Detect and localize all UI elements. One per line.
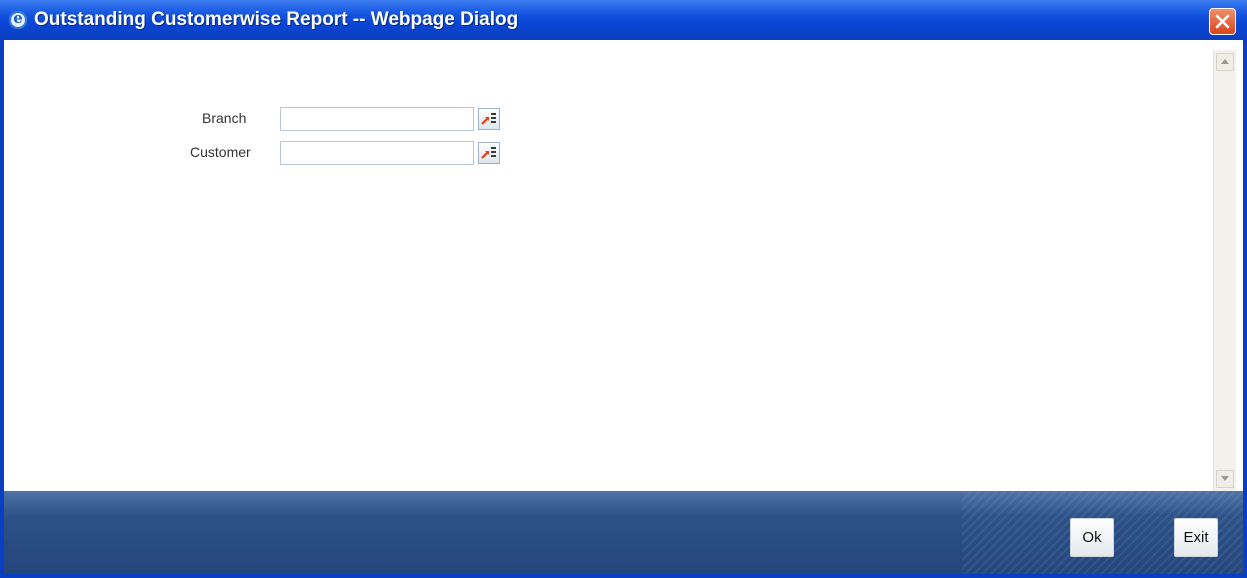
customer-label: Customer (190, 144, 251, 160)
branch-lov-button[interactable] (478, 108, 500, 130)
vertical-scrollbar[interactable] (1213, 50, 1236, 491)
customer-lov-button[interactable] (478, 142, 500, 164)
branch-input[interactable] (280, 107, 474, 131)
dialog-content: Branch Customer (4, 40, 1243, 491)
ie-icon: e (9, 9, 27, 29)
branch-label: Branch (202, 110, 247, 126)
title-bar: e Outstanding Customerwise Report -- Web… (0, 0, 1247, 40)
window-title: Outstanding Customerwise Report -- Webpa… (34, 9, 519, 30)
close-button[interactable] (1209, 8, 1236, 35)
arrow-up-icon (1221, 59, 1229, 64)
exit-button[interactable]: Exit (1174, 518, 1218, 557)
ok-button[interactable]: Ok (1070, 518, 1114, 557)
arrow-down-icon (1221, 476, 1229, 481)
dialog-footer: Ok Exit (4, 491, 1243, 574)
close-icon (1215, 14, 1230, 29)
customer-input[interactable] (280, 141, 474, 165)
list-of-values-icon (481, 147, 496, 159)
scroll-up-button[interactable] (1216, 53, 1234, 71)
scroll-down-button[interactable] (1216, 470, 1234, 488)
dialog-window: e Outstanding Customerwise Report -- Web… (0, 0, 1247, 578)
list-of-values-icon (481, 113, 496, 125)
